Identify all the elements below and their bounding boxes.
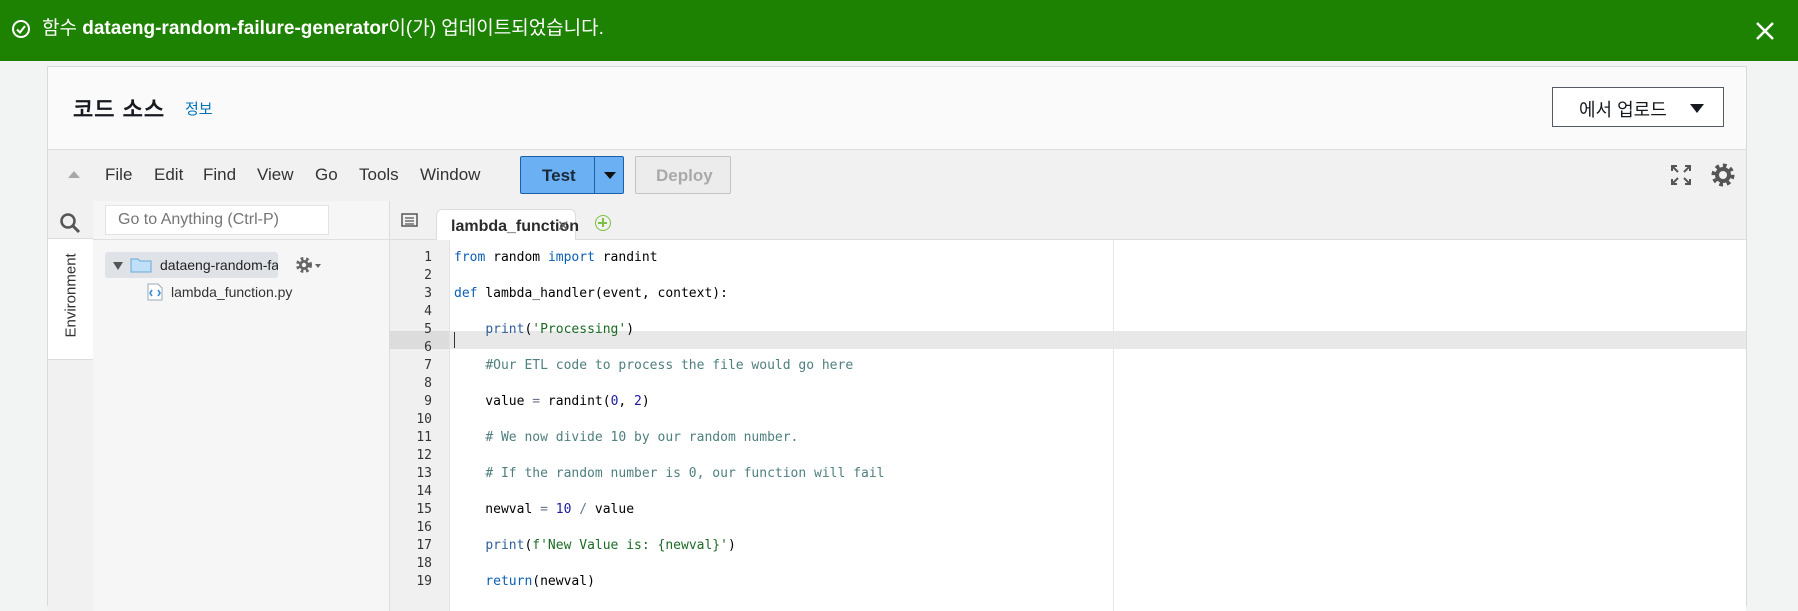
- python-file-icon: [146, 283, 164, 306]
- panel-title: 코드 소스: [73, 97, 166, 122]
- line-number: 12: [416, 448, 432, 463]
- code-line: print('Processing'): [485, 322, 635, 337]
- code-editor[interactable]: 1 2 3 4 5 6 7 8 9 10 11 12 13 14 15 16 1…: [390, 240, 1746, 611]
- fullscreen-icon[interactable]: [1670, 164, 1692, 191]
- close-icon[interactable]: [1752, 18, 1778, 44]
- folder-item[interactable]: dataeng-random-failure-generator: [105, 252, 278, 278]
- line-number: 3: [424, 286, 432, 301]
- line-number: 2: [424, 268, 432, 283]
- line-number: 5: [424, 322, 432, 337]
- menu-edit[interactable]: Edit: [154, 165, 183, 185]
- test-button-divider: [594, 157, 595, 193]
- add-tab-icon[interactable]: [595, 215, 611, 231]
- success-banner: 함수 dataeng-random-failure-generator이(가) …: [0, 0, 1798, 61]
- caret-down-icon: [1690, 104, 1704, 113]
- info-link[interactable]: 정보: [185, 98, 213, 119]
- menu-view[interactable]: View: [257, 165, 294, 185]
- expand-triangle-icon[interactable]: [113, 262, 123, 270]
- line-number: 10: [416, 412, 432, 427]
- line-number: 18: [416, 556, 432, 571]
- goto-anything-input[interactable]: [105, 205, 329, 235]
- line-number: 8: [424, 376, 432, 391]
- editor-tab-bar: lambda_function ✕: [390, 201, 1746, 241]
- folder-name: dataeng-random-failure-generator: [160, 257, 278, 273]
- line-number: 7: [424, 358, 432, 373]
- code-line: def lambda_handler(event, context):: [454, 286, 728, 301]
- tree-settings-icon[interactable]: [295, 256, 325, 279]
- line-number: 15: [416, 502, 432, 517]
- test-button[interactable]: Test: [520, 156, 624, 194]
- check-circle-icon: [12, 20, 30, 38]
- menu-window[interactable]: Window: [420, 165, 480, 185]
- code-line: # If the random number is 0, our functio…: [485, 466, 885, 481]
- deploy-label: Deploy: [656, 166, 713, 185]
- banner-prefix: 함수: [42, 18, 83, 39]
- environment-tab[interactable]: Environment: [48, 238, 93, 360]
- line-number: 14: [416, 484, 432, 499]
- code-source-panel: 코드 소스 정보 에서 업로드 File Edit Find View Go T…: [47, 66, 1747, 611]
- banner-suffix: 이(가) 업데이트되었습니다.: [388, 18, 604, 39]
- menu-find[interactable]: Find: [203, 165, 236, 185]
- ide-toolbar: File Edit Find View Go Tools Window Test…: [48, 149, 1746, 203]
- left-rail: Environment: [48, 201, 94, 611]
- upload-from-button[interactable]: 에서 업로드: [1552, 87, 1724, 127]
- line-number: 11: [416, 430, 432, 445]
- deploy-button[interactable]: Deploy: [635, 156, 731, 194]
- menu-file[interactable]: File: [105, 165, 132, 185]
- code-line: return(newval): [485, 574, 595, 589]
- settings-gear-icon[interactable]: [1708, 160, 1738, 195]
- tree-divider: [93, 239, 389, 240]
- line-number: 4: [424, 304, 432, 319]
- line-number: 9: [424, 394, 432, 409]
- code-line: from random import randint: [454, 250, 658, 265]
- folder-icon: [130, 257, 152, 278]
- code-line: newval = 10 / value: [454, 502, 635, 517]
- collapse-up-icon[interactable]: [68, 171, 80, 178]
- line-number: 1: [424, 250, 432, 265]
- line-number: 16: [416, 520, 432, 535]
- close-tab-icon[interactable]: ✕: [557, 217, 570, 235]
- code-line: #Our ETL code to process the file would …: [485, 358, 854, 373]
- menu-tools[interactable]: Tools: [359, 165, 399, 185]
- banner-message: 함수 dataeng-random-failure-generator이(가) …: [42, 17, 604, 41]
- print-margin: [1113, 240, 1114, 611]
- banner-function-name: dataeng-random-failure-generator: [82, 18, 389, 39]
- test-dropdown-icon[interactable]: [604, 172, 616, 179]
- environment-label: Environment: [62, 253, 80, 338]
- file-tree: dataeng-random-failure-generator lambda_…: [93, 201, 390, 611]
- menu-go[interactable]: Go: [315, 165, 338, 185]
- tab-list-icon[interactable]: [401, 213, 419, 232]
- code-line: print(f'New Value is: {newval}'): [485, 538, 736, 553]
- code-line: # We now divide 10 by our random number.: [485, 430, 799, 445]
- code-line: value = randint(0, 2): [454, 394, 650, 409]
- test-label: Test: [542, 166, 576, 185]
- line-number: 19: [416, 574, 432, 589]
- line-number: 13: [416, 466, 432, 481]
- line-number: 17: [416, 538, 432, 553]
- active-line-highlight: [450, 331, 1746, 349]
- upload-from-label: 에서 업로드: [1579, 100, 1667, 120]
- file-name: lambda_function.py: [171, 284, 293, 300]
- search-icon[interactable]: [59, 212, 81, 239]
- line-number: 6: [424, 340, 432, 355]
- tab-lambda-function[interactable]: lambda_function ✕: [436, 209, 579, 241]
